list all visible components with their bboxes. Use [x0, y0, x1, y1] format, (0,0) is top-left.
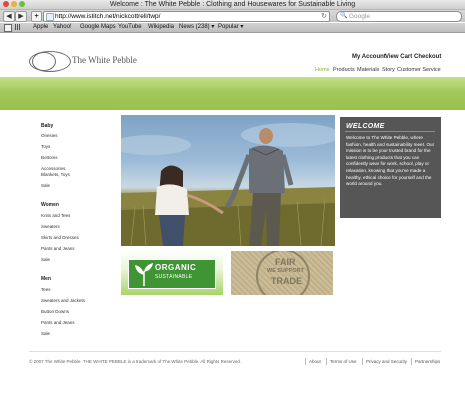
organic-sustainable-banner[interactable]: ORGANIC SUSTAINABLE: [121, 251, 223, 295]
sprout-icon: [135, 263, 153, 286]
my-account-link[interactable]: My Account: [352, 54, 386, 60]
nav-materials[interactable]: Materials: [357, 67, 379, 73]
welcome-text: Welcome to The White Pebble, where fashi…: [346, 135, 435, 187]
logo-text[interactable]: The White Pebble: [72, 55, 137, 65]
checkout-link[interactable]: Checkout: [414, 54, 441, 60]
address-text[interactable]: http://www.istitch.net/nickcottrell/twp/: [55, 12, 160, 21]
sidebar-heading-men[interactable]: Men: [41, 276, 51, 282]
sidebar-item-toys[interactable]: Toys: [41, 144, 50, 150]
organic-subtitle: SUSTAINABLE: [155, 274, 193, 280]
bookmark-popular[interactable]: Popular ▾: [218, 23, 243, 32]
footer-copyright: © 2007 The White Pebble. THE WHITE PEBBL…: [29, 359, 242, 364]
sidebar-item-skirts-dresses[interactable]: Skirts and Dresses: [41, 235, 79, 241]
footer-separator: [362, 358, 363, 365]
nav-customer-service[interactable]: Customer Service: [397, 67, 441, 73]
sidebar-item-sweaters[interactable]: Sweaters: [41, 224, 60, 230]
browser-toolbar: ◀ ▶ + http://www.istitch.net/nickcottrel…: [0, 10, 465, 22]
sidebar-item-knits-tees[interactable]: Knits and Tees: [41, 213, 70, 219]
header-green-band: [0, 77, 465, 110]
footer-link-privacy[interactable]: Privacy and Security: [366, 359, 407, 364]
sidebar-item-sweaters-jackets[interactable]: Sweaters and Jackets: [41, 298, 85, 304]
search-field[interactable]: 🔍 Google: [336, 11, 462, 22]
fair-text: FAIR: [275, 257, 296, 267]
nav-story[interactable]: Story: [382, 67, 395, 73]
trade-text: TRADE: [271, 276, 302, 286]
couple-in-field-photo: [121, 123, 335, 246]
fair-trade-banner[interactable]: FAIR WE SUPPORT TRADE: [231, 251, 333, 295]
welcome-divider: [345, 131, 435, 132]
bookmark-news[interactable]: News (238) ▾: [179, 23, 214, 32]
footer-separator: [411, 358, 412, 365]
sidebar-heading-women[interactable]: Women: [41, 202, 59, 208]
bookmarks-book-icon[interactable]: [4, 24, 12, 32]
sidebar-item-men-sale[interactable]: Sale: [41, 331, 50, 337]
window-title: Welcome : The White Pebble : Clothing an…: [109, 1, 356, 8]
bookmark-google-maps[interactable]: Google Maps: [80, 23, 116, 32]
sidebar-item-men-pants-jeans[interactable]: Pants and Jeans: [41, 320, 75, 326]
bookmark-youtube[interactable]: YouTube: [118, 23, 142, 32]
web-page: The White Pebble My Account View Cart Ch…: [0, 33, 465, 401]
welcome-title: WELCOME: [346, 123, 385, 130]
top-sites-grid-icon[interactable]: [15, 24, 21, 30]
footer-link-about[interactable]: About: [309, 359, 321, 364]
welcome-box: WELCOME Welcome to The White Pebble, whe…: [340, 117, 441, 218]
sidebar-item-women-pants-jeans[interactable]: Pants and Jeans: [41, 246, 75, 252]
footer-link-terms[interactable]: Terms of Use: [330, 359, 357, 364]
favicon-icon: [46, 13, 54, 21]
sidebar-item-blankets-toys[interactable]: Blankets, Toys: [41, 172, 70, 178]
sidebar-item-button-downs[interactable]: Button Downs: [41, 309, 69, 315]
add-bookmark-button[interactable]: +: [31, 11, 42, 22]
address-bar[interactable]: http://www.istitch.net/nickcottrell/twp/…: [43, 11, 330, 22]
nav-products[interactable]: Products: [333, 67, 355, 73]
search-icon: 🔍: [340, 13, 348, 19]
view-cart-link[interactable]: View Cart: [385, 54, 412, 60]
we-support-text: WE SUPPORT: [267, 268, 304, 274]
footer-separator: [326, 358, 327, 365]
sidebar-item-baby-sale[interactable]: Sale: [41, 183, 50, 189]
nav-home[interactable]: Home: [315, 67, 330, 73]
sidebar-item-onesies[interactable]: Onesies: [41, 133, 58, 139]
bookmark-yahoo[interactable]: Yahoo!: [53, 23, 72, 32]
organic-title: ORGANIC: [155, 263, 197, 272]
bookmark-apple[interactable]: Apple: [33, 23, 48, 32]
footer-separator: [305, 358, 306, 365]
sidebar-item-women-sale[interactable]: Sale: [41, 257, 50, 263]
bookmark-wikipedia[interactable]: Wikipedia: [148, 23, 174, 32]
forward-button[interactable]: ▶: [15, 11, 27, 22]
search-placeholder: Google: [349, 13, 370, 20]
window-titlebar: Welcome : The White Pebble : Clothing an…: [0, 0, 465, 10]
hero-photo[interactable]: [121, 115, 335, 246]
sidebar-item-tees[interactable]: Tees: [41, 287, 51, 293]
logo-pebble-inner-icon: [32, 52, 56, 71]
footer-link-partnerships[interactable]: Partnerships: [415, 359, 440, 364]
sidebar-item-bottoms[interactable]: Bottoms: [41, 155, 58, 161]
sidebar-heading-baby[interactable]: Baby: [41, 123, 53, 129]
bookmarks-bar: Apple Yahoo! Google Maps YouTube Wikiped…: [0, 23, 465, 33]
back-button[interactable]: ◀: [3, 11, 15, 22]
reload-icon[interactable]: ↻: [321, 12, 327, 21]
footer-divider: [29, 351, 441, 352]
